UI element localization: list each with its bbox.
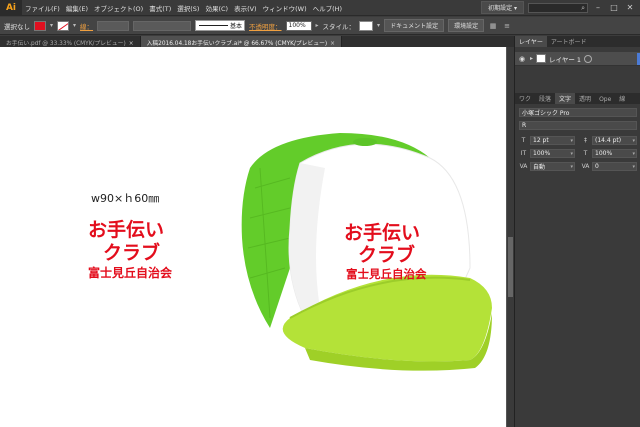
target-icon[interactable]: [584, 54, 593, 63]
kerning-icon: VA: [519, 163, 528, 170]
tab-transparency[interactable]: 透明: [575, 93, 595, 104]
menu-view[interactable]: 表示(V): [231, 3, 260, 13]
variable-width-field[interactable]: [133, 20, 192, 31]
kerning-value: 自動: [533, 164, 546, 171]
vertical-scale-icon: IT: [520, 150, 527, 157]
character-panel: ワク 段落 文字 透明 Ope 線 小塚ゴシック Pro R T 12 pt ▾ ‡…: [515, 93, 640, 171]
eye-icon[interactable]: ◉: [517, 55, 527, 63]
tab-ai-document[interactable]: 入稿2016.04.18お手伝いクラブ.ai* @ 66.67% (CMYK/プ…: [140, 36, 342, 47]
character-panel-tabs: ワク 段落 文字 透明 Ope 線: [515, 93, 640, 104]
panel-menu-icon[interactable]: ≡: [502, 21, 512, 31]
document-tab-bar: お手伝い.pdf @ 33.33% (CMYK/プレビュー) × 入稿2016.0…: [0, 36, 520, 47]
chevron-right-icon[interactable]: ▸: [530, 55, 533, 62]
menu-effect[interactable]: 効果(C): [202, 3, 231, 13]
arrange-icon[interactable]: ▦: [488, 21, 498, 31]
tracking-icon: VA: [581, 163, 590, 170]
brush-value: 基本: [230, 23, 243, 30]
control-bar: 選択なし ▾ ▾ 線： 基本 不透明度： 100% ▸ スタイル： ▾ ドキュメ…: [0, 17, 640, 35]
cap-text-line-3[interactable]: 富士見丘自治会: [346, 266, 427, 282]
vertical-scrollbar[interactable]: [506, 47, 514, 427]
menu-window[interactable]: ウィンドウ(W): [260, 3, 310, 13]
opacity-field[interactable]: 100%: [285, 20, 312, 31]
help-search-input[interactable]: ⌕: [528, 2, 588, 13]
layer-thumbnail: [536, 54, 547, 63]
horizontal-scale-value: 100%: [595, 150, 613, 157]
chevron-right-icon[interactable]: ▸: [316, 22, 319, 29]
leading-icon: ‡: [584, 137, 587, 144]
fill-swatch[interactable]: [34, 20, 46, 31]
menu-file[interactable]: ファイル(F): [22, 3, 63, 13]
scrollbar-thumb[interactable]: [508, 237, 513, 297]
search-icon: ⌕: [581, 3, 585, 12]
chevron-down-icon[interactable]: ▾: [632, 164, 636, 170]
chevron-down-icon[interactable]: ▾: [570, 151, 574, 157]
chevron-down-icon[interactable]: ▾: [377, 22, 380, 29]
stroke-weight-field[interactable]: [97, 20, 130, 31]
vertical-scale-value: 100%: [533, 150, 551, 157]
logo-text-line-2[interactable]: クラブ: [103, 238, 160, 265]
font-style-field[interactable]: R: [519, 121, 637, 130]
menu-object[interactable]: オブジェクト(O): [91, 3, 146, 13]
menu-help[interactable]: ヘルプ(H): [310, 3, 345, 13]
tracking-value: 0: [595, 163, 599, 170]
menu-edit[interactable]: 編集(E): [63, 3, 91, 13]
tab-area-type[interactable]: ワク: [515, 93, 535, 104]
right-panel-dock: レイヤー アートボード ◉ ▸ レイヤー 1 ワク 段落 文字 透明 Ope 線…: [514, 36, 640, 427]
font-size-icon: T: [521, 137, 526, 144]
opacity-label[interactable]: 不透明度：: [249, 21, 282, 31]
tab-pdf-document[interactable]: お手伝い.pdf @ 33.33% (CMYK/プレビュー) ×: [0, 36, 141, 47]
font-size-value: 12 pt: [533, 137, 549, 144]
tab-stroke[interactable]: 線: [615, 93, 629, 104]
horizontal-scale-icon: T: [583, 150, 588, 157]
app-logo: Ai: [0, 0, 22, 16]
leading-field[interactable]: (14.4 pt) ▾: [592, 136, 637, 145]
horizontal-scale-field[interactable]: 100% ▾: [592, 149, 637, 158]
leading-value: (14.4 pt): [595, 137, 622, 144]
layer-row[interactable]: ◉ ▸ レイヤー 1: [515, 52, 640, 66]
dimension-label[interactable]: w90×ｈ60㎜: [91, 190, 159, 206]
menu-type[interactable]: 書式(T): [146, 3, 174, 13]
tab-character[interactable]: 文字: [555, 93, 576, 104]
document-setup-button[interactable]: ドキュメント設定: [384, 19, 445, 32]
font-family-field[interactable]: 小塚ゴシック Pro: [519, 108, 637, 117]
logo-text-line-3[interactable]: 富士見丘自治会: [88, 264, 172, 281]
chevron-down-icon[interactable]: ▾: [632, 151, 636, 157]
tab-opentype[interactable]: Ope: [595, 95, 615, 104]
tracking-field[interactable]: 0 ▾: [592, 162, 637, 171]
cap-text-line-2[interactable]: クラブ: [358, 240, 415, 267]
character-settings-grid: T 12 pt ▾ ‡ (14.4 pt) ▾ IT 100% ▾ T 100% ▾ VA 自動 ▾…: [519, 136, 637, 171]
chevron-down-icon[interactable]: ▾: [570, 138, 574, 144]
chevron-down-icon[interactable]: ▾: [73, 22, 76, 29]
stroke-swatch[interactable]: [57, 20, 70, 31]
kerning-field[interactable]: 自動 ▾: [530, 162, 575, 171]
chevron-down-icon[interactable]: ▾: [570, 164, 574, 170]
font-size-field[interactable]: 12 pt ▾: [530, 136, 575, 145]
layer-name[interactable]: レイヤー 1: [549, 54, 581, 64]
brush-definition-field[interactable]: 基本: [195, 20, 246, 31]
maximize-button[interactable]: □: [608, 2, 620, 14]
chevron-down-icon[interactable]: ▾: [632, 138, 636, 144]
minimize-button[interactable]: –: [592, 2, 604, 14]
menu-bar: Ai ファイル(F) 編集(E) オブジェクト(O) 書式(T) 選択(S) 効…: [0, 0, 640, 16]
chevron-down-icon[interactable]: ▾: [50, 22, 53, 29]
tab-layers[interactable]: レイヤー: [515, 36, 547, 47]
menu-select[interactable]: 選択(S): [174, 3, 202, 13]
style-label: スタイル：: [322, 22, 356, 31]
selection-status: 選択なし: [4, 22, 30, 31]
tab-artboards[interactable]: アートボード: [547, 36, 591, 47]
vertical-scale-field[interactable]: 100% ▾: [530, 149, 575, 158]
graphic-style-swatch[interactable]: [359, 20, 374, 31]
preferences-button[interactable]: 環境設定: [448, 19, 485, 32]
close-button[interactable]: ✕: [624, 2, 636, 14]
workspace-switcher[interactable]: 初期設定 ▾: [481, 1, 524, 14]
tab-paragraph[interactable]: 段落: [535, 93, 555, 104]
stroke-label: 線：: [80, 22, 94, 31]
layers-panel-tabs: レイヤー アートボード: [515, 36, 640, 47]
